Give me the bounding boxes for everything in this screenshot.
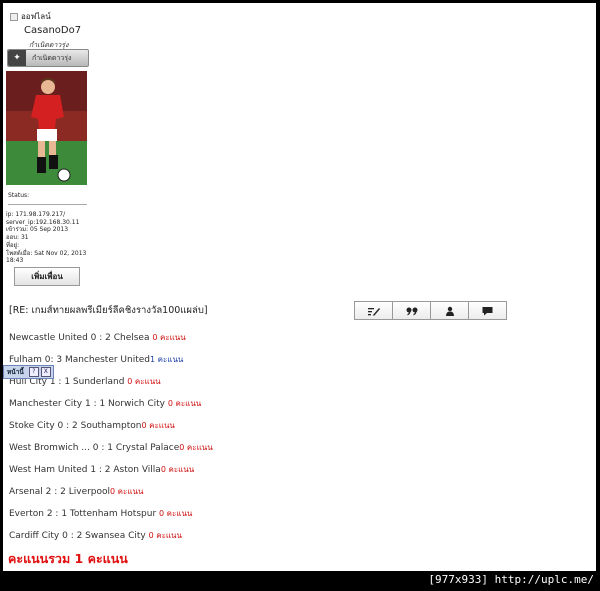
image-size-watermark: [977x933] http://uplc.me/ [428,573,594,586]
match-text: West Ham United 1 : 2 Aston Villa [9,465,161,475]
profile-button[interactable] [430,301,469,320]
meta-posted: โพสต์เมื่อ: Sat Nov 02, 2013 [6,249,87,257]
match-text: Cardiff City 0 : 2 Swansea City [9,531,149,541]
page-widget-label[interactable]: หน้านี้ [4,367,27,377]
match-score: 1 คะแนน [150,355,184,364]
message-icon [482,306,493,315]
match-score: 0 คะแนน [148,531,182,540]
post-toolbar [354,301,507,320]
match-text: Everton 2 : 1 Tottenham Hotspur [9,509,160,519]
user-meta: ip: 171.98.179.217/ server_ip:192.168.30… [6,211,90,265]
match-text: Arsenal 2 : 2 Liverpool [9,487,111,497]
result-line: West Ham United 1 : 2 Aston Villa0 คะแนน [9,463,194,476]
match-score: 0 คะแนน [152,333,186,342]
page-widget[interactable]: หน้านี้ ? X [3,365,54,379]
meta-ip: ip: 171.98.179.217/ [6,211,66,218]
post-title: [RE: เกมส์ทายผลพรีเมียร์ลีคชิงรางวัล100แ… [9,305,208,316]
meta-location: ที่อยู่: [6,241,20,249]
edit-icon [367,307,380,316]
edit-button[interactable] [354,301,393,320]
result-line: Manchester City 1 : 1 Norwich City 0 คะแ… [9,397,201,410]
add-friend-button[interactable]: เพิ่มเพื่อน [14,267,80,286]
total-score: คะแนนรวม 1 คะแนน [8,551,128,566]
quote-icon [406,307,417,315]
result-line: Newcastle United 0 : 2 Chelsea 0 คะแนน [9,331,186,344]
avatar [6,71,87,185]
online-status: ออฟไลน์ [10,10,51,23]
match-text: Fulham 0: 3 Manchester United [9,355,151,365]
match-text: Stoke City 0 : 2 Southampton [9,421,142,431]
help-icon[interactable]: ? [28,367,39,377]
message-button[interactable] [468,301,507,320]
boot-icon: ✦ [8,50,26,66]
rank-label: กำเนิดดาวรุ่ง [32,53,72,62]
meta-server-ip: server_ip:192.168.30.11 [6,218,80,226]
match-score: 0 คะแนน [127,377,161,386]
match-score: 0 คะแนน [167,399,202,408]
match-text: Newcastle United 0 : 2 Chelsea [9,333,153,343]
result-line: Stoke City 0 : 2 Southampton0 คะแนน [9,419,175,432]
offline-indicator-icon [10,12,18,21]
divider [8,204,87,205]
result-line: Everton 2 : 1 Tottenham Hotspur 0 คะแนน [9,507,192,520]
meta-time: 18:43 [6,257,24,265]
match-score: 0 คะแนน [110,487,144,496]
profile-icon [445,306,454,316]
match-score: 0 คะแนน [141,421,175,430]
username[interactable]: CasanoDo7 [24,25,81,36]
result-line: Cardiff City 0 : 2 Swansea City 0 คะแนน [9,529,182,542]
quote-button[interactable] [392,301,431,320]
result-line: Arsenal 2 : 2 Liverpool0 คะแนน [9,485,143,498]
match-text: West Bromwich ... 0 : 1 Crystal Palace [9,443,180,453]
match-score: 0 คะแนน [159,509,193,518]
status-label: Status: [8,192,30,199]
close-icon[interactable]: X [40,367,51,377]
match-score: 0 คะแนน [160,465,195,474]
match-text: Manchester City 1 : 1 Norwich City [9,399,168,409]
meta-joined: เข้าร่วม: 05 Sep 2013 [6,226,69,234]
online-status-label: ออฟไลน์ [21,12,51,21]
rank-badge: ✦ กำเนิดดาวรุ่ง [7,49,89,67]
meta-posts: ออบ: 31 [6,234,29,242]
avatar-image [6,71,87,185]
result-line: West Bromwich ... 0 : 1 Crystal Palace0 … [9,441,213,454]
forum-post-frame: ออฟไลน์ CasanoDo7 กำเนิดดาวรุ่ง ✦ กำเนิด… [3,3,596,571]
match-score: 0 คะแนน [179,443,213,452]
